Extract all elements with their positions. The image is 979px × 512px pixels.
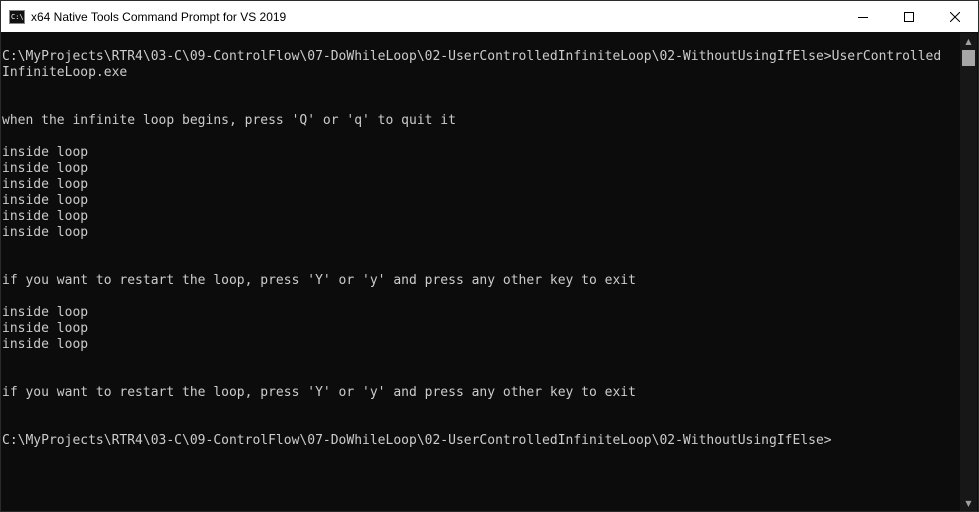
console-line: inside loop — [2, 305, 89, 320]
console-line: when the infinite loop begins, press 'Q'… — [2, 113, 456, 128]
console-line: C:\MyProjects\RTR4\03-C\09-ControlFlow\0… — [2, 49, 942, 64]
console-line: inside loop — [2, 145, 89, 160]
console-line: inside loop — [2, 209, 89, 224]
maximize-button[interactable] — [886, 1, 932, 32]
console-prompt-line[interactable]: C:\MyProjects\RTR4\03-C\09-ControlFlow\0… — [2, 433, 960, 449]
scroll-down-button[interactable]: ▼ — [960, 495, 977, 511]
window-controls — [840, 1, 978, 32]
window-title: x64 Native Tools Command Prompt for VS 2… — [31, 9, 287, 24]
maximize-icon — [904, 11, 914, 22]
console-line: inside loop — [2, 193, 89, 208]
console-line: inside loop — [2, 177, 89, 192]
command-prompt-icon[interactable]: C:\. — [9, 9, 25, 24]
minimize-button[interactable] — [840, 1, 886, 32]
arrow-up-icon: ▲ — [965, 36, 972, 46]
console-output[interactable]: C:\MyProjects\RTR4\03-C\09-ControlFlow\0… — [2, 33, 960, 511]
console-line: InfiniteLoop.exe — [2, 65, 128, 80]
console-line: inside loop — [2, 161, 89, 176]
scroll-up-button[interactable]: ▲ — [960, 33, 977, 49]
console-window: C:\. x64 Native Tools Command Prompt for… — [0, 0, 979, 512]
close-icon — [950, 11, 960, 22]
console-line: if you want to restart the loop, press '… — [2, 273, 636, 288]
vertical-scrollbar[interactable]: ▲ ▼ — [960, 33, 977, 511]
console-line: if you want to restart the loop, press '… — [2, 385, 636, 400]
arrow-down-icon: ▼ — [965, 498, 972, 508]
minimize-icon — [858, 16, 868, 18]
console-line: inside loop — [2, 321, 89, 336]
scrollbar-thumb[interactable] — [962, 50, 975, 66]
close-button[interactable] — [932, 1, 978, 32]
console-line: inside loop — [2, 225, 89, 240]
console-line: inside loop — [2, 337, 89, 352]
title-bar[interactable]: C:\. x64 Native Tools Command Prompt for… — [1, 1, 978, 32]
